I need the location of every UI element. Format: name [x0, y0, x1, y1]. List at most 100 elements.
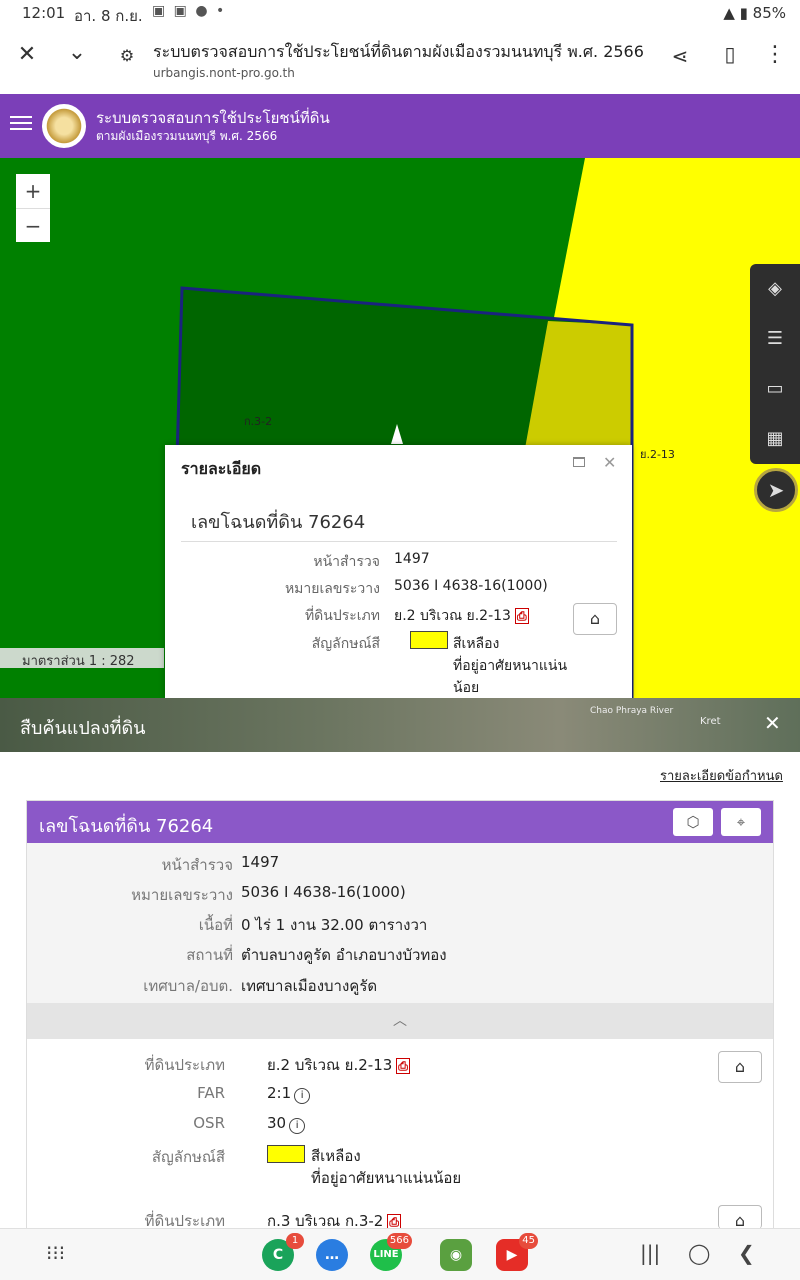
popup-close-icon[interactable]: ✕ — [603, 453, 616, 472]
pdf-icon[interactable]: ⎙ — [514, 608, 529, 624]
home-icon[interactable]: ◯ — [688, 1241, 710, 1265]
zone1-type-label: ที่ดินประเภท — [144, 1056, 225, 1074]
3d-view-icon[interactable]: ⬡ — [673, 808, 713, 836]
phone-app-icon[interactable]: C1 — [262, 1233, 304, 1271]
popup-color-desc: สีเหลือง ที่อยู่อาศัยหนาแน่น น้อย — [453, 633, 567, 698]
location-value: ตำบลบางคูรัด อำเภอบางบัวทอง — [241, 946, 447, 964]
status-bar: 12:01 อา. 8 ก.ย. ▣ ▣ ● • ▲ ▮ 85% — [0, 0, 800, 28]
factory-icon[interactable]: ⌂ — [573, 603, 617, 635]
popup-color-desc-line3: น้อย — [453, 680, 480, 696]
recent-apps-icon[interactable]: ||| — [640, 1241, 660, 1265]
parcel-detail-card: เลขโฉนดที่ดิน 76264 ⬡ ⌖ หน้าสำรวจ 1497 ห… — [26, 800, 774, 1230]
river-label: Chao Phraya River — [590, 706, 674, 716]
location-label: สถานที่ — [186, 946, 233, 964]
zone-label-left: ก.3-2 — [244, 415, 273, 428]
popup-survey-value: 1497 — [394, 551, 430, 567]
system-indicators: ▲ ▮ 85% — [723, 4, 786, 22]
collapse-toggle[interactable]: ︿ — [27, 1003, 773, 1039]
page-url[interactable]: urbangis.nont-pro.go.th — [153, 66, 295, 80]
popup-sheet-value: 5036 I 4638-16(1000) — [394, 578, 548, 594]
notification-icons: ▣ ▣ ● • — [152, 3, 227, 19]
survey-value: 1497 — [241, 853, 280, 871]
area-label: เนื้อที่ — [198, 916, 233, 934]
popup-sheet-label: หมายเลขระวาง — [284, 581, 380, 597]
popup-color-value: สีเหลือง — [453, 636, 500, 652]
detail-popup: รายละเอียด ✕ เลขโฉนดที่ดิน 76264 หน้าสำร… — [165, 445, 632, 698]
factory-icon[interactable]: ⌂ — [718, 1051, 762, 1083]
divider — [181, 541, 617, 542]
app-header: ระบบตรวจสอบการใช้ประโยชน์ที่ดิน ตามผังเม… — [0, 94, 800, 158]
municipality-value: เทศบาลเมืองบางคูรัด — [241, 977, 378, 995]
popup-survey-label: หน้าสำรวจ — [313, 554, 380, 570]
color-desc-text: ที่อยู่อาศัยหนาแน่นน้อย — [311, 1169, 462, 1187]
messages-app-icon[interactable]: … — [316, 1239, 348, 1271]
bookmark-icon[interactable]: ▯ — [715, 42, 745, 66]
date: อา. 8 ก.ย. — [74, 7, 143, 25]
line-badge: 566 — [386, 1233, 412, 1249]
zone-label-right: ย.2-13 — [640, 448, 675, 461]
popup-title: รายละเอียด — [181, 459, 262, 478]
place-label: Kret — [700, 716, 721, 727]
maximize-icon[interactable] — [573, 457, 585, 467]
chevron-down-icon[interactable]: ⌄ — [62, 40, 92, 65]
chevron-up-icon: ︿ — [393, 1013, 407, 1029]
youtube-app-icon[interactable]: ▶ 45 — [496, 1233, 538, 1271]
sheet-label: หมายเลขระวาง — [131, 886, 233, 904]
search-parcel-bar: สืบค้นแปลงที่ดิน Chao Phraya River Kret … — [0, 698, 800, 752]
signal-icon: ▲ ▮ — [723, 4, 748, 22]
osr-row: 30 i — [267, 1114, 306, 1134]
qr-code-icon[interactable]: ▦ — [750, 414, 800, 464]
info-icon[interactable]: i — [289, 1118, 306, 1134]
pdf-icon[interactable]: ⎙ — [396, 1058, 410, 1074]
locate-icon[interactable]: ➤ — [754, 468, 798, 512]
site-settings-icon[interactable]: ⚙ — [112, 46, 142, 65]
far-row: 2:1 i — [267, 1084, 311, 1104]
line-app-icon[interactable]: LINE 566 — [370, 1233, 412, 1271]
map-pin-icon[interactable]: ⌖ — [721, 808, 761, 836]
logo — [42, 104, 86, 148]
app-subtitle: ตามผังเมืองรวมนนทบุรี พ.ศ. 2566 — [96, 129, 278, 143]
parcel-info-section: หน้าสำรวจ 1497 หมายเลขระวาง 5036 I 4638-… — [27, 843, 773, 1003]
measure-icon[interactable]: ▭ — [750, 364, 800, 414]
survey-label: หน้าสำรวจ — [161, 856, 233, 874]
system-navigation-bar: ⁝⁝⁝ C1 … LINE 566 ◉ ▶ 45 ||| ◯ ❮ — [0, 1228, 800, 1280]
layers-icon[interactable]: ◈ — [750, 264, 800, 314]
back-icon[interactable]: ❮ — [738, 1241, 755, 1265]
hamburger-menu-icon[interactable] — [10, 112, 32, 136]
color-value: สีเหลือง — [311, 1147, 361, 1165]
far-label: FAR — [197, 1084, 225, 1102]
map-view[interactable]: + − ก.3-2 ย.2-13 ◈ ☰ ▭ ▦ ➤ มาตราส่วน 1 :… — [0, 158, 800, 698]
app-drawer-icon[interactable]: ⁝⁝⁝ — [46, 1241, 65, 1265]
popup-color-label: สัญลักษณ์สี — [311, 636, 380, 652]
more-options-icon[interactable]: ⋮ — [760, 42, 790, 67]
close-icon[interactable]: ✕ — [12, 42, 42, 67]
regulation-details-link[interactable]: รายละเอียดข้อกำหนด — [660, 765, 783, 786]
youtube-badge: 45 — [519, 1233, 538, 1249]
card-header: เลขโฉนดที่ดิน 76264 ⬡ ⌖ — [27, 801, 773, 843]
municipality-label: เทศบาล/อบต. — [143, 977, 233, 995]
popup-landtype-value: ย.2 บริเวณ ย.2-13 — [394, 608, 511, 624]
factory-icon[interactable]: ⌂ — [718, 1205, 762, 1230]
popup-color-desc-line2: ที่อยู่อาศัยหนาแน่น — [453, 658, 568, 674]
share-icon[interactable]: ⋖ — [665, 44, 695, 68]
color-label: สัญลักษณ์สี — [151, 1148, 225, 1166]
sheet-value: 5036 I 4638-16(1000) — [241, 883, 406, 901]
legend-icon[interactable]: ☰ — [750, 314, 800, 364]
clock: 12:01 — [22, 4, 66, 22]
zone1-type-row: ย.2 บริเวณ ย.2-13 ⎙ — [267, 1053, 410, 1077]
land-app-icon[interactable]: ◉ — [440, 1239, 472, 1271]
zoom-in-button[interactable]: + — [16, 174, 50, 208]
color-desc: สีเหลือง ที่อยู่อาศัยหนาแน่นน้อย — [311, 1145, 461, 1189]
far-value: 2:1 — [267, 1084, 292, 1102]
zoom-out-button[interactable]: − — [16, 208, 50, 242]
osr-value: 30 — [267, 1114, 287, 1132]
battery-label: 85% — [752, 4, 786, 22]
phone-badge: 1 — [286, 1233, 304, 1249]
popup-landtype-row: ย.2 บริเวณ ย.2-13 ⎙ — [394, 605, 529, 627]
area-value: 0 ไร่ 1 งาน 32.00 ตารางวา — [241, 916, 428, 934]
popup-landtype-label: ที่ดินประเภท — [304, 608, 380, 624]
info-icon[interactable]: i — [294, 1088, 311, 1104]
browser-toolbar: ✕ ⌄ ⚙ ระบบตรวจสอบการใช้ประโยชน์ที่ดินตาม… — [0, 28, 800, 94]
search-title: สืบค้นแปลงที่ดิน — [20, 718, 146, 739]
search-close-icon[interactable]: ✕ — [764, 711, 781, 735]
